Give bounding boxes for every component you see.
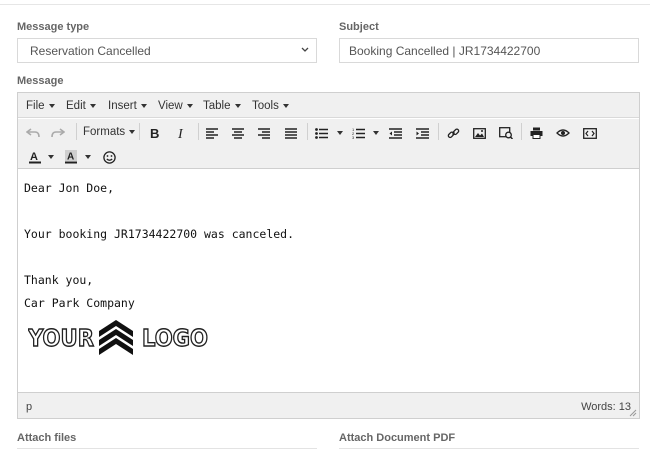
bold-icon[interactable]: B (144, 123, 164, 143)
align-right-icon[interactable] (254, 123, 274, 143)
align-justify-icon[interactable] (281, 123, 301, 143)
preview-icon[interactable] (553, 123, 573, 143)
top-divider (0, 0, 650, 5)
background-color-options-icon[interactable] (78, 147, 98, 167)
message-type-value: Reservation Cancelled (30, 44, 151, 58)
rich-text-editor: File Edit Insert View Table Tools Format… (17, 92, 640, 419)
message-label: Message (17, 75, 64, 87)
body-text: Your booking JR1734422700 was canceled. (24, 227, 295, 241)
menu-file[interactable]: File (26, 99, 55, 113)
svg-text:B: B (150, 127, 159, 139)
menu-edit[interactable]: Edit (66, 99, 96, 113)
editor-menubar: File Edit Insert View Table Tools (18, 93, 639, 118)
undo-icon[interactable] (23, 123, 43, 143)
chevron-down-icon (300, 43, 310, 57)
menu-tools[interactable]: Tools (252, 99, 289, 113)
align-left-icon[interactable] (202, 123, 222, 143)
link-icon[interactable] (443, 123, 463, 143)
svg-text:LOGO: LOGO (142, 326, 208, 352)
italic-icon[interactable]: I (171, 123, 191, 143)
menu-view[interactable]: View (158, 99, 193, 113)
emoticons-icon[interactable] (99, 147, 119, 167)
svg-text:I: I (177, 127, 184, 139)
formats-dropdown[interactable]: Formats (83, 124, 136, 140)
attach-pdf-label: Attach Document PDF (339, 432, 456, 444)
editor-content[interactable]: Dear Jon Doe, Your booking JR1734422700 … (18, 170, 639, 391)
redo-icon[interactable] (48, 123, 68, 143)
resize-handle-icon[interactable] (629, 408, 637, 417)
attach-files-field[interactable] (17, 448, 317, 449)
media-icon[interactable] (496, 123, 516, 143)
thanks-text: Thank you, (24, 273, 94, 287)
signature-text: Car Park Company (24, 296, 135, 310)
indent-icon[interactable] (412, 123, 432, 143)
element-path[interactable]: p (26, 401, 32, 413)
editor-statusbar: p Words: 13 (18, 392, 639, 418)
numbered-list-options-icon[interactable] (366, 123, 386, 143)
image-icon[interactable] (469, 123, 489, 143)
word-count: Words: 13 (581, 401, 631, 413)
message-type-select[interactable]: Reservation Cancelled (17, 38, 317, 63)
bullet-list-options-icon[interactable] (330, 123, 350, 143)
message-type-label: Message type (17, 21, 90, 33)
svg-text:A: A (30, 151, 38, 163)
attach-files-label: Attach files (17, 432, 77, 444)
bullet-list-icon[interactable] (311, 123, 331, 143)
text-color-options-icon[interactable] (41, 147, 61, 167)
align-center-icon[interactable] (228, 123, 248, 143)
menu-insert[interactable]: Insert (108, 99, 147, 113)
editor-toolbar: Formats B I 123 A A (18, 119, 639, 169)
menu-table[interactable]: Table (203, 99, 241, 113)
company-logo: YOUR LOGO (28, 320, 209, 355)
subject-label: Subject (339, 21, 379, 33)
numbered-list-icon[interactable]: 123 (348, 123, 368, 143)
svg-text:3: 3 (352, 135, 355, 139)
greeting-text: Dear Jon Doe, (24, 181, 115, 195)
code-icon[interactable] (580, 123, 600, 143)
subject-input[interactable]: Booking Cancelled | JR1734422700 (339, 38, 639, 63)
svg-text:YOUR: YOUR (28, 326, 94, 352)
outdent-icon[interactable] (385, 123, 405, 143)
svg-text:A: A (67, 152, 74, 163)
attach-pdf-field[interactable] (339, 448, 639, 449)
print-icon[interactable] (526, 123, 546, 143)
